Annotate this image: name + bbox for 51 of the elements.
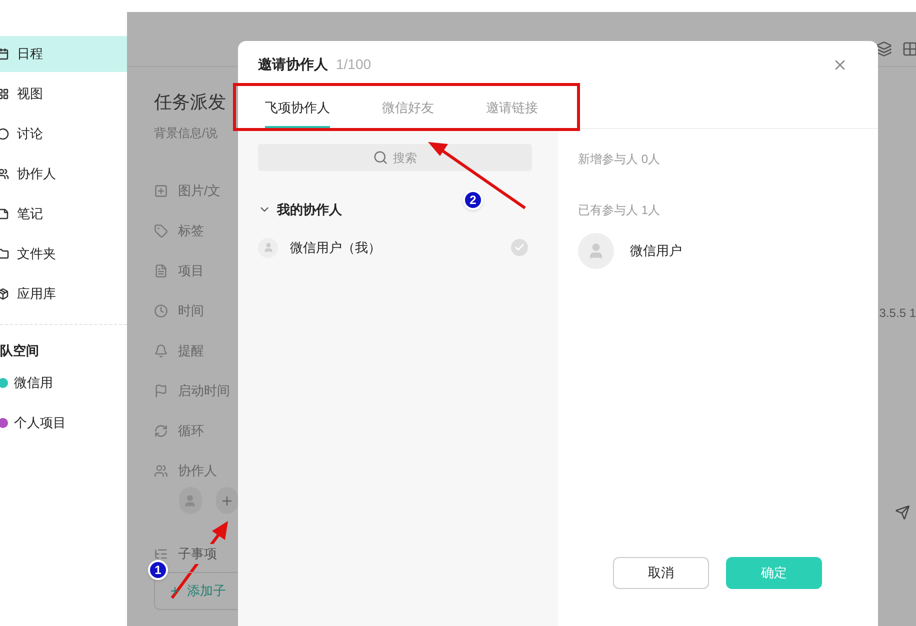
sidebar-item[interactable]: 视图	[0, 76, 127, 112]
field-icon	[154, 344, 168, 358]
grid-icon[interactable]	[902, 41, 916, 57]
field-icon	[154, 424, 168, 438]
invite-count: 1/100	[336, 55, 372, 74]
version-text: 3.5.5 1	[879, 305, 916, 322]
field-icon	[154, 184, 168, 198]
new-participants-label: 新增参与人 0人	[578, 151, 662, 168]
field-icon	[154, 224, 168, 238]
item-icon	[0, 248, 9, 260]
item-icon	[0, 128, 9, 140]
member-name: 微信用户（我）	[290, 238, 381, 257]
sidebar-item[interactable]: 讨论	[0, 116, 127, 152]
search-icon	[373, 150, 388, 165]
field-icon	[154, 304, 168, 318]
avatar	[179, 487, 202, 514]
avatar	[578, 233, 614, 269]
item-icon	[0, 168, 9, 180]
plus-icon	[220, 494, 234, 508]
cancel-button[interactable]: 取消	[613, 557, 709, 589]
sidebar-item[interactable]: 应用库	[0, 276, 127, 312]
project-item[interactable]: 微信用	[0, 363, 127, 403]
layers-icon[interactable]	[876, 41, 892, 57]
item-icon	[0, 208, 9, 220]
add-collaborator-button[interactable]	[216, 487, 238, 514]
subtask-icon	[154, 547, 168, 561]
dialog-title: 邀请协作人	[258, 55, 328, 74]
field-icon	[154, 464, 168, 478]
field-icon	[154, 264, 168, 278]
description-field[interactable]: 背景信息/说	[154, 125, 234, 141]
avatar	[258, 238, 278, 258]
participant-name: 微信用户	[630, 242, 682, 260]
sidebar-item[interactable]: 协作人	[0, 156, 127, 192]
field-icon	[154, 384, 168, 398]
section-title: 队空间	[0, 342, 40, 360]
search-field[interactable]: 搜索	[258, 144, 532, 171]
sidebar-item[interactable]: 日程	[0, 36, 127, 72]
send-icon[interactable]	[895, 505, 910, 520]
sidebar-item[interactable]: 笔记	[0, 196, 127, 232]
item-icon	[0, 288, 9, 300]
sidebar-item[interactable]: 文件夹	[0, 236, 127, 272]
task-title: 任务派发	[154, 91, 227, 113]
member-checkbox[interactable]	[511, 239, 528, 256]
item-icon	[0, 88, 9, 100]
project-item[interactable]: 个人项目	[0, 403, 127, 443]
existing-participants-label: 已有参与人 1人	[578, 202, 662, 219]
subtask-label: 子事项	[178, 544, 217, 564]
member-row[interactable]: 微信用户（我）	[258, 234, 538, 260]
item-icon	[0, 48, 9, 60]
plus-icon	[169, 585, 181, 597]
check-icon	[514, 242, 525, 253]
